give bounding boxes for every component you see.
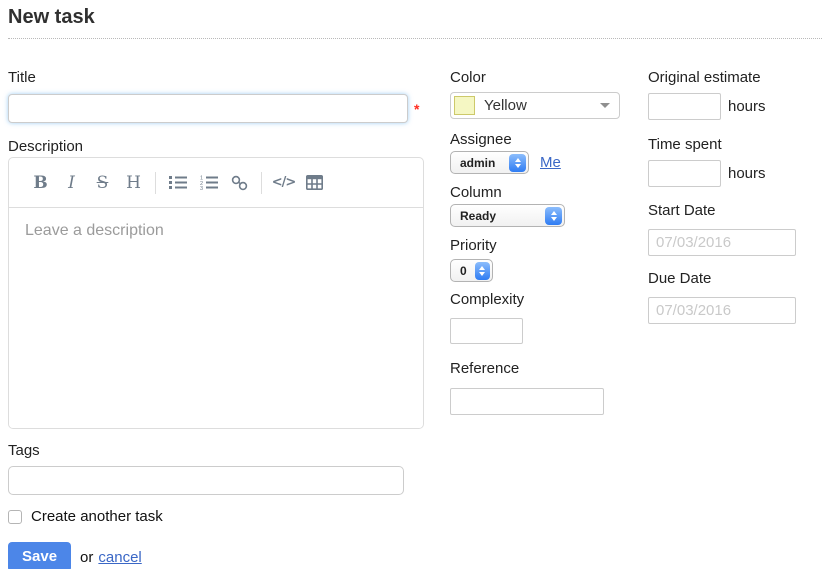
hours-suffix: hours bbox=[728, 165, 766, 182]
original-estimate-input[interactable] bbox=[648, 93, 721, 120]
time-spent-input[interactable] bbox=[648, 160, 721, 187]
description-editor: B I S H bbox=[8, 157, 424, 429]
reference-input[interactable] bbox=[450, 388, 604, 415]
assignee-select[interactable]: admin bbox=[450, 151, 529, 174]
hours-suffix: hours bbox=[728, 98, 766, 115]
table-icon bbox=[306, 175, 323, 190]
reference-label: Reference bbox=[450, 360, 648, 377]
priority-select[interactable]: 0 bbox=[450, 259, 493, 282]
page-title: New task bbox=[8, 6, 822, 39]
editor-toolbar: B I S H bbox=[9, 158, 423, 208]
time-spent-row: hours bbox=[648, 160, 820, 187]
table-button[interactable] bbox=[299, 169, 330, 197]
priority-label: Priority bbox=[450, 237, 648, 254]
column-select[interactable]: Ready bbox=[450, 204, 565, 227]
or-text: or bbox=[80, 549, 93, 566]
save-button[interactable]: Save bbox=[8, 542, 71, 569]
bold-button[interactable]: B bbox=[25, 169, 56, 197]
middle-column: Color Yellow Assignee admin Me Column Re… bbox=[450, 69, 648, 569]
column-label: Column bbox=[450, 184, 648, 201]
color-select[interactable]: Yellow bbox=[450, 92, 620, 119]
original-estimate-label: Original estimate bbox=[648, 69, 820, 86]
priority-selected-value: 0 bbox=[460, 264, 467, 278]
bullet-list-button[interactable] bbox=[162, 169, 193, 197]
italic-button[interactable]: I bbox=[56, 169, 87, 197]
time-spent-label: Time spent bbox=[648, 136, 820, 153]
title-input[interactable] bbox=[8, 94, 408, 123]
svg-text:3: 3 bbox=[200, 186, 203, 190]
select-stepper-icon bbox=[475, 262, 490, 280]
original-estimate-row: hours bbox=[648, 93, 820, 120]
color-label: Color bbox=[450, 69, 648, 86]
toolbar-divider bbox=[261, 172, 262, 194]
tags-label: Tags bbox=[8, 442, 424, 459]
select-stepper-icon bbox=[509, 154, 526, 172]
link-icon bbox=[231, 175, 248, 191]
heading-icon: H bbox=[126, 173, 141, 193]
left-column: Title * Description B I S H bbox=[8, 69, 424, 569]
column-selected-value: Ready bbox=[460, 209, 537, 223]
due-date-label: Due Date bbox=[648, 270, 820, 287]
complexity-input[interactable] bbox=[450, 318, 523, 344]
color-swatch-icon bbox=[454, 96, 475, 115]
bullet-list-icon bbox=[169, 175, 187, 190]
start-date-label: Start Date bbox=[648, 202, 820, 219]
chevron-down-icon bbox=[600, 103, 610, 108]
code-icon: </> bbox=[272, 175, 296, 190]
heading-button[interactable]: H bbox=[118, 169, 149, 197]
bold-icon: B bbox=[33, 173, 47, 193]
ordered-list-button[interactable]: 1 2 3 bbox=[193, 169, 224, 197]
create-another-row: Create another task bbox=[8, 508, 424, 525]
editor-body bbox=[9, 208, 423, 429]
title-row: * bbox=[8, 94, 424, 123]
code-button[interactable]: </> bbox=[268, 169, 299, 197]
assignee-row: admin Me bbox=[450, 151, 648, 174]
color-selected-value: Yellow bbox=[484, 97, 600, 114]
assign-to-me-link[interactable]: Me bbox=[540, 154, 561, 171]
toolbar-divider bbox=[155, 172, 156, 194]
title-label: Title bbox=[8, 69, 424, 86]
strikethrough-icon: S bbox=[97, 173, 109, 193]
create-another-checkbox[interactable] bbox=[8, 510, 22, 524]
required-asterisk: * bbox=[414, 101, 419, 117]
create-another-label[interactable]: Create another task bbox=[31, 508, 163, 525]
assignee-selected-value: admin bbox=[460, 156, 501, 170]
cancel-link[interactable]: cancel bbox=[98, 549, 141, 566]
start-date-input[interactable] bbox=[648, 229, 796, 256]
select-stepper-icon bbox=[545, 207, 562, 225]
description-input[interactable] bbox=[9, 208, 423, 429]
new-task-form: Title * Description B I S H bbox=[8, 69, 822, 569]
ordered-list-icon: 1 2 3 bbox=[200, 175, 218, 190]
complexity-label: Complexity bbox=[450, 291, 648, 308]
description-label: Description bbox=[8, 138, 424, 155]
link-button[interactable] bbox=[224, 169, 255, 197]
right-column: Original estimate hours Time spent hours… bbox=[648, 69, 820, 569]
italic-icon: I bbox=[68, 173, 75, 193]
tags-input[interactable] bbox=[8, 466, 404, 495]
form-actions: Save or cancel bbox=[8, 542, 424, 569]
due-date-input[interactable] bbox=[648, 297, 796, 324]
strikethrough-button[interactable]: S bbox=[87, 169, 118, 197]
assignee-label: Assignee bbox=[450, 131, 648, 148]
